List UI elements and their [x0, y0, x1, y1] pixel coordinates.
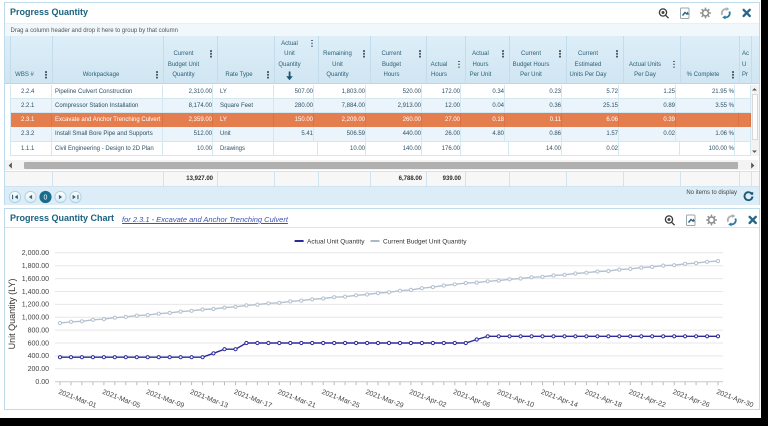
svg-text:2021-Mar-05: 2021-Mar-05: [101, 389, 141, 409]
svg-text:2021-Mar-01: 2021-Mar-01: [57, 389, 97, 409]
svg-text:1,000.00: 1,000.00: [22, 315, 49, 322]
svg-text:2021-Apr-26: 2021-Apr-26: [671, 389, 710, 409]
svg-text:800.00: 800.00: [28, 327, 50, 334]
svg-text:1,200.00: 1,200.00: [22, 302, 49, 309]
svg-text:2021-Mar-09: 2021-Mar-09: [145, 389, 185, 409]
svg-text:2021-Apr-14: 2021-Apr-14: [540, 389, 579, 409]
svg-text:Actual Unit Quantity: Actual Unit Quantity: [307, 238, 365, 245]
svg-text:2021-Mar-17: 2021-Mar-17: [233, 389, 273, 409]
svg-text:2,000.00: 2,000.00: [22, 250, 49, 257]
svg-text:Unit Quantity (LY): Unit Quantity (LY): [7, 279, 17, 350]
svg-text:0.00: 0.00: [35, 379, 49, 386]
svg-text:2021-Apr-06: 2021-Apr-06: [452, 389, 491, 409]
svg-text:1,600.00: 1,600.00: [22, 276, 49, 283]
svg-text:2021-Apr-22: 2021-Apr-22: [628, 389, 667, 409]
svg-text:2021-Mar-29: 2021-Mar-29: [364, 389, 404, 409]
svg-text:600.00: 600.00: [28, 340, 50, 347]
svg-text:Current Budget Unit Quantity: Current Budget Unit Quantity: [383, 238, 467, 245]
svg-text:2021-Mar-25: 2021-Mar-25: [320, 389, 360, 409]
svg-text:2021-Mar-13: 2021-Mar-13: [189, 389, 229, 409]
svg-text:2021-Apr-02: 2021-Apr-02: [408, 389, 447, 409]
svg-text:2021-Apr-30: 2021-Apr-30: [715, 389, 754, 409]
svg-text:400.00: 400.00: [28, 353, 50, 360]
svg-text:1,400.00: 1,400.00: [22, 289, 49, 296]
svg-text:200.00: 200.00: [28, 366, 50, 373]
svg-text:1,800.00: 1,800.00: [22, 263, 49, 270]
svg-text:2021-Mar-21: 2021-Mar-21: [277, 389, 317, 409]
svg-text:2021-Apr-10: 2021-Apr-10: [496, 389, 535, 409]
svg-text:2021-Apr-18: 2021-Apr-18: [584, 389, 623, 409]
